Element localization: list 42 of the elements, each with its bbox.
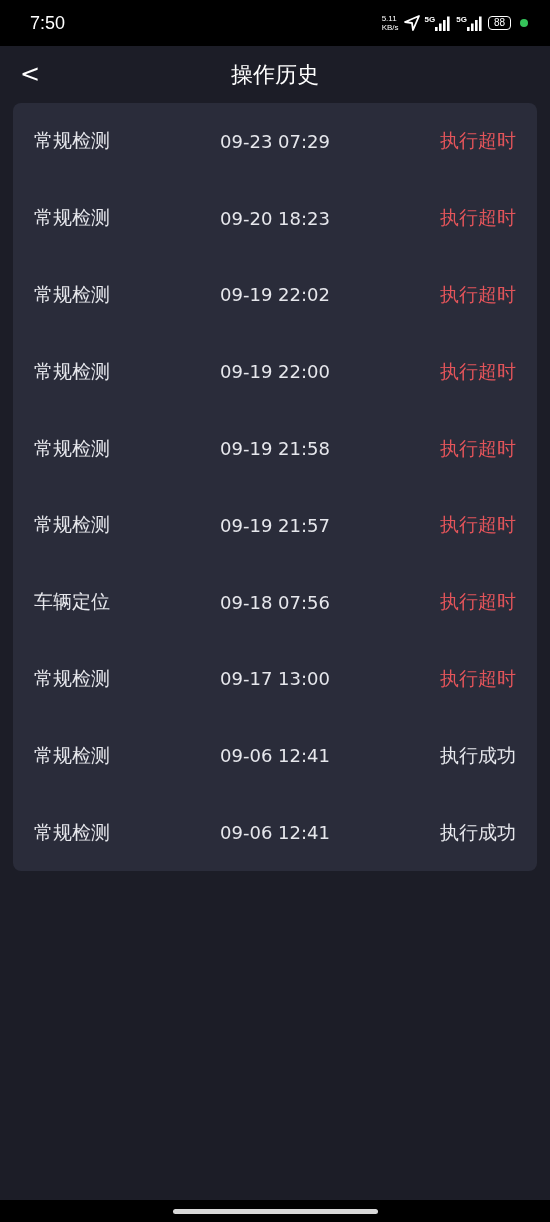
operation-result: 执行超时 [440,358,516,384]
home-indicator[interactable] [172,1208,378,1214]
operation-time: 09-06 12:41 [220,822,330,844]
location-arrow-icon [403,15,420,31]
operation-name: 常规检测 [34,742,111,768]
operation-result: 执行超时 [440,128,516,154]
operation-time: 09-19 21:58 [220,438,330,460]
operation-name: 常规检测 [34,128,111,154]
operation-time: 09-19 22:02 [220,284,330,306]
operation-result: 执行超时 [440,589,516,615]
operation-name: 常规检测 [34,435,111,461]
signal-icon [435,15,452,31]
operation-name: 常规检测 [34,819,111,845]
operation-time: 09-19 21:57 [220,514,330,536]
operation-time: 09-06 12:41 [220,745,330,767]
network-speed: 5.11 KB/s [381,14,399,32]
back-button[interactable]: < [16,60,45,88]
operation-result: 执行成功 [440,819,516,845]
page-title: 操作历史 [231,60,319,89]
operation-name: 常规检测 [34,512,111,538]
operation-result: 执行超时 [440,435,516,461]
operation-time: 09-17 13:00 [220,668,330,690]
operation-name: 常规检测 [34,665,111,691]
operation-result: 执行超时 [440,665,516,691]
operation-name: 车辆定位 [34,589,111,615]
operation-result: 执行超时 [440,282,516,307]
operation-time: 09-18 07:56 [220,591,330,613]
operation-result: 执行成功 [440,742,516,768]
operation-name: 常规检测 [34,282,111,307]
operation-name: 常规检测 [34,358,111,384]
clock: 7:50 [30,12,66,34]
operation-time: 09-19 22:00 [220,361,330,383]
operation-result: 执行超时 [440,205,516,231]
network-type: 5G [456,15,467,24]
network-type: 5G [424,15,436,24]
status-dot [520,19,528,27]
battery-indicator: 88 [487,16,511,30]
operation-time: 09-23 07:29 [220,130,330,152]
signal-icon [466,15,483,31]
operation-result: 执行超时 [440,512,516,538]
operation-time: 09-20 18:23 [220,207,330,229]
operation-name: 常规检测 [34,205,111,231]
